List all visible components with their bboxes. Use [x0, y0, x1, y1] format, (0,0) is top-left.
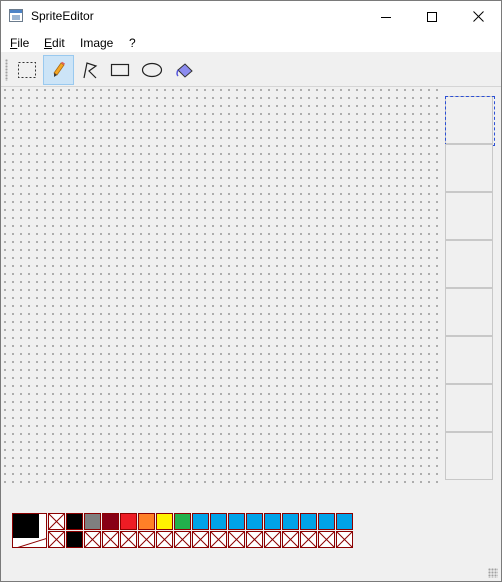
palette-swatch[interactable]: [156, 513, 173, 530]
transparent-icon: [175, 532, 190, 547]
window-title: SpriteEditor: [31, 9, 94, 23]
minimize-button[interactable]: [363, 1, 409, 32]
minimize-icon: [381, 16, 391, 18]
frame-thumbnail[interactable]: [445, 240, 493, 288]
resize-grip[interactable]: [488, 568, 498, 578]
palette-swatch[interactable]: [246, 513, 263, 530]
palette-swatch-transparent[interactable]: [48, 531, 65, 548]
menu-image[interactable]: Image: [80, 36, 113, 50]
frame-thumbnail[interactable]: [445, 192, 493, 240]
transparent-icon: [193, 532, 208, 547]
palette-swatch-transparent[interactable]: [246, 531, 263, 548]
color-palette: [11, 512, 353, 550]
palette-swatch[interactable]: [120, 513, 137, 530]
palette-swatch[interactable]: [84, 513, 101, 530]
transparent-icon: [211, 532, 226, 547]
menu-bar: File Edit Image ?: [1, 32, 501, 53]
palette-swatch[interactable]: [300, 513, 317, 530]
transparent-icon: [319, 532, 334, 547]
palette-swatch-transparent[interactable]: [102, 531, 119, 548]
transparent-icon: [265, 532, 280, 547]
transparent-icon: [85, 532, 100, 547]
frame-thumbnail[interactable]: [445, 432, 493, 480]
sprite-canvas[interactable]: [3, 88, 439, 486]
transparent-icon: [121, 532, 136, 547]
palette-swatch[interactable]: [282, 513, 299, 530]
palette-swatch[interactable]: [66, 513, 83, 530]
palette-swatch-transparent[interactable]: [84, 531, 101, 548]
pencil-tool-button[interactable]: [43, 55, 74, 85]
palette-swatch-transparent[interactable]: [264, 531, 281, 548]
palette-swatch-transparent[interactable]: [174, 531, 191, 548]
selection-icon: [17, 62, 36, 78]
palette-swatch-transparent[interactable]: [318, 531, 335, 548]
transparent-icon: [49, 532, 64, 547]
transparent-icon: [103, 532, 118, 547]
transparent-icon: [247, 532, 262, 547]
palette-swatch[interactable]: [228, 513, 245, 530]
frame-thumbnail[interactable]: [445, 144, 493, 192]
selection-tool-button[interactable]: [11, 55, 42, 85]
palette-swatch[interactable]: [318, 513, 335, 530]
palette-swatch-transparent[interactable]: [228, 531, 245, 548]
rectangle-tool-button[interactable]: [104, 55, 135, 85]
palette-swatch-transparent[interactable]: [138, 531, 155, 548]
current-colors-swatch[interactable]: [12, 513, 47, 548]
menu-edit[interactable]: Edit: [44, 36, 65, 50]
palette-swatch[interactable]: [192, 513, 209, 530]
close-button[interactable]: [455, 1, 501, 32]
maximize-icon: [427, 11, 437, 22]
fill-bucket-icon: [175, 63, 193, 78]
palette-swatch-transparent[interactable]: [282, 531, 299, 548]
palette-swatch-transparent[interactable]: [210, 531, 227, 548]
app-window-icon: [9, 9, 23, 22]
tool-bar: [1, 53, 501, 87]
title-bar: SpriteEditor: [1, 1, 501, 32]
palette-swatch-transparent[interactable]: [336, 531, 353, 548]
frame-thumbnail[interactable]: [445, 336, 493, 384]
rectangle-icon: [110, 63, 129, 77]
menu-file[interactable]: File: [10, 36, 29, 50]
frame-thumbnail[interactable]: [445, 288, 493, 336]
frame-thumbnail[interactable]: [445, 384, 493, 432]
palette-swatch-transparent[interactable]: [48, 513, 65, 530]
maximize-button[interactable]: [409, 1, 455, 32]
palette-swatch-transparent[interactable]: [156, 531, 173, 548]
palette-swatch[interactable]: [210, 513, 227, 530]
palette-swatch[interactable]: [174, 513, 191, 530]
transparent-icon: [49, 514, 64, 529]
palette-swatch[interactable]: [102, 513, 119, 530]
background-transparent-icon: [17, 538, 46, 547]
transparent-icon: [283, 532, 298, 547]
sprite-editor-window: SpriteEditor File Edit Image ?: [0, 0, 502, 582]
pencil-icon: [52, 61, 65, 77]
transparent-icon: [301, 532, 316, 547]
transparent-icon: [229, 532, 244, 547]
palette-swatch-transparent[interactable]: [192, 531, 209, 548]
palette-swatch[interactable]: [138, 513, 155, 530]
frame-list: [445, 96, 495, 481]
fill-tool-button[interactable]: [169, 55, 200, 85]
frame-thumbnail-selected[interactable]: [445, 96, 495, 146]
transparent-icon: [337, 532, 352, 547]
toolbar-grip[interactable]: [5, 59, 8, 81]
palette-swatch-transparent[interactable]: [300, 531, 317, 548]
palette-swatch[interactable]: [66, 531, 83, 548]
close-icon: [472, 11, 484, 22]
transparent-icon: [157, 532, 172, 547]
menu-help[interactable]: ?: [129, 36, 136, 50]
palette-swatch[interactable]: [264, 513, 281, 530]
polyline-icon: [82, 62, 97, 79]
transparent-icon: [139, 532, 154, 547]
palette-swatch-transparent[interactable]: [120, 531, 137, 548]
ellipse-icon: [141, 62, 162, 78]
ellipse-tool-button[interactable]: [136, 55, 167, 85]
palette-swatch[interactable]: [336, 513, 353, 530]
polyline-tool-button[interactable]: [75, 55, 106, 85]
